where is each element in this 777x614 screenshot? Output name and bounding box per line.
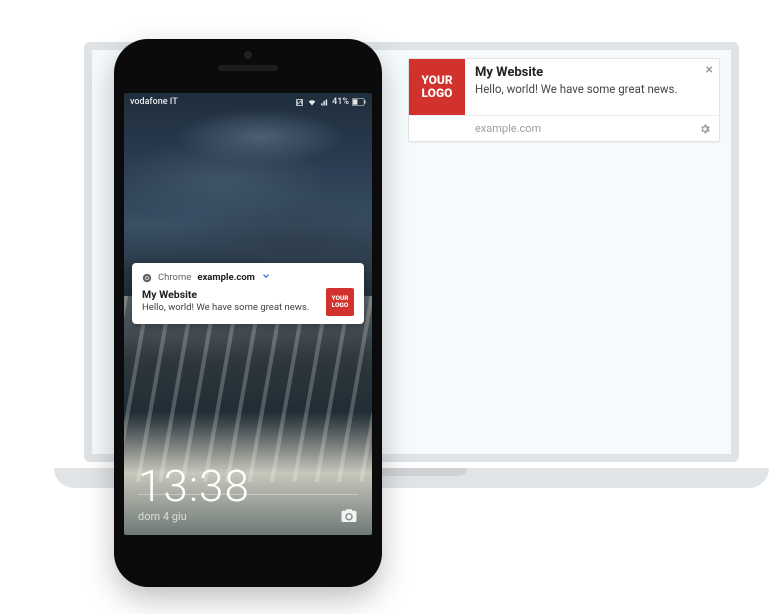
signal-icon: [320, 98, 329, 107]
lockscreen-time: 13:38: [138, 460, 358, 512]
android-notification-logo: YOUR LOGO: [326, 288, 354, 316]
notification-message: Hello, world! We have some great news.: [475, 82, 713, 96]
phone-speaker: [218, 65, 278, 71]
android-notification-message: Hello, world! We have some great news.: [142, 302, 309, 313]
wallpaper-sunrays: [124, 296, 372, 482]
close-icon[interactable]: ×: [706, 63, 713, 77]
battery-icon: [352, 98, 366, 106]
notification-site-label: example.com: [197, 272, 255, 283]
lockscreen: 13:38 dom 4 giu: [124, 460, 372, 535]
android-notification[interactable]: Chrome example.com My Website Hello, wor…: [132, 263, 364, 324]
chrome-icon: [142, 273, 152, 283]
notification-title: My Website: [475, 65, 713, 80]
camera-icon[interactable]: [340, 507, 358, 525]
status-bar: vodafone IT 41%: [124, 93, 372, 111]
nfc-icon: [295, 98, 304, 107]
phone-front-camera: [244, 51, 252, 59]
notification-logo: YOUR LOGO: [409, 59, 465, 115]
gear-icon[interactable]: [699, 123, 711, 135]
battery-text: 41%: [332, 97, 349, 107]
phone-mockup: vodafone IT 41% Chrome example.com: [114, 39, 382, 587]
desktop-notification: YOUR LOGO × My Website Hello, world! We …: [408, 58, 720, 142]
notification-app-label: Chrome: [158, 272, 191, 283]
android-notification-title: My Website: [142, 288, 309, 301]
phone-screen: vodafone IT 41% Chrome example.com: [124, 93, 372, 535]
notification-domain: example.com: [475, 122, 541, 135]
chevron-down-icon[interactable]: [261, 271, 271, 284]
wifi-icon: [307, 98, 317, 107]
carrier-label: vodafone IT: [130, 97, 178, 107]
